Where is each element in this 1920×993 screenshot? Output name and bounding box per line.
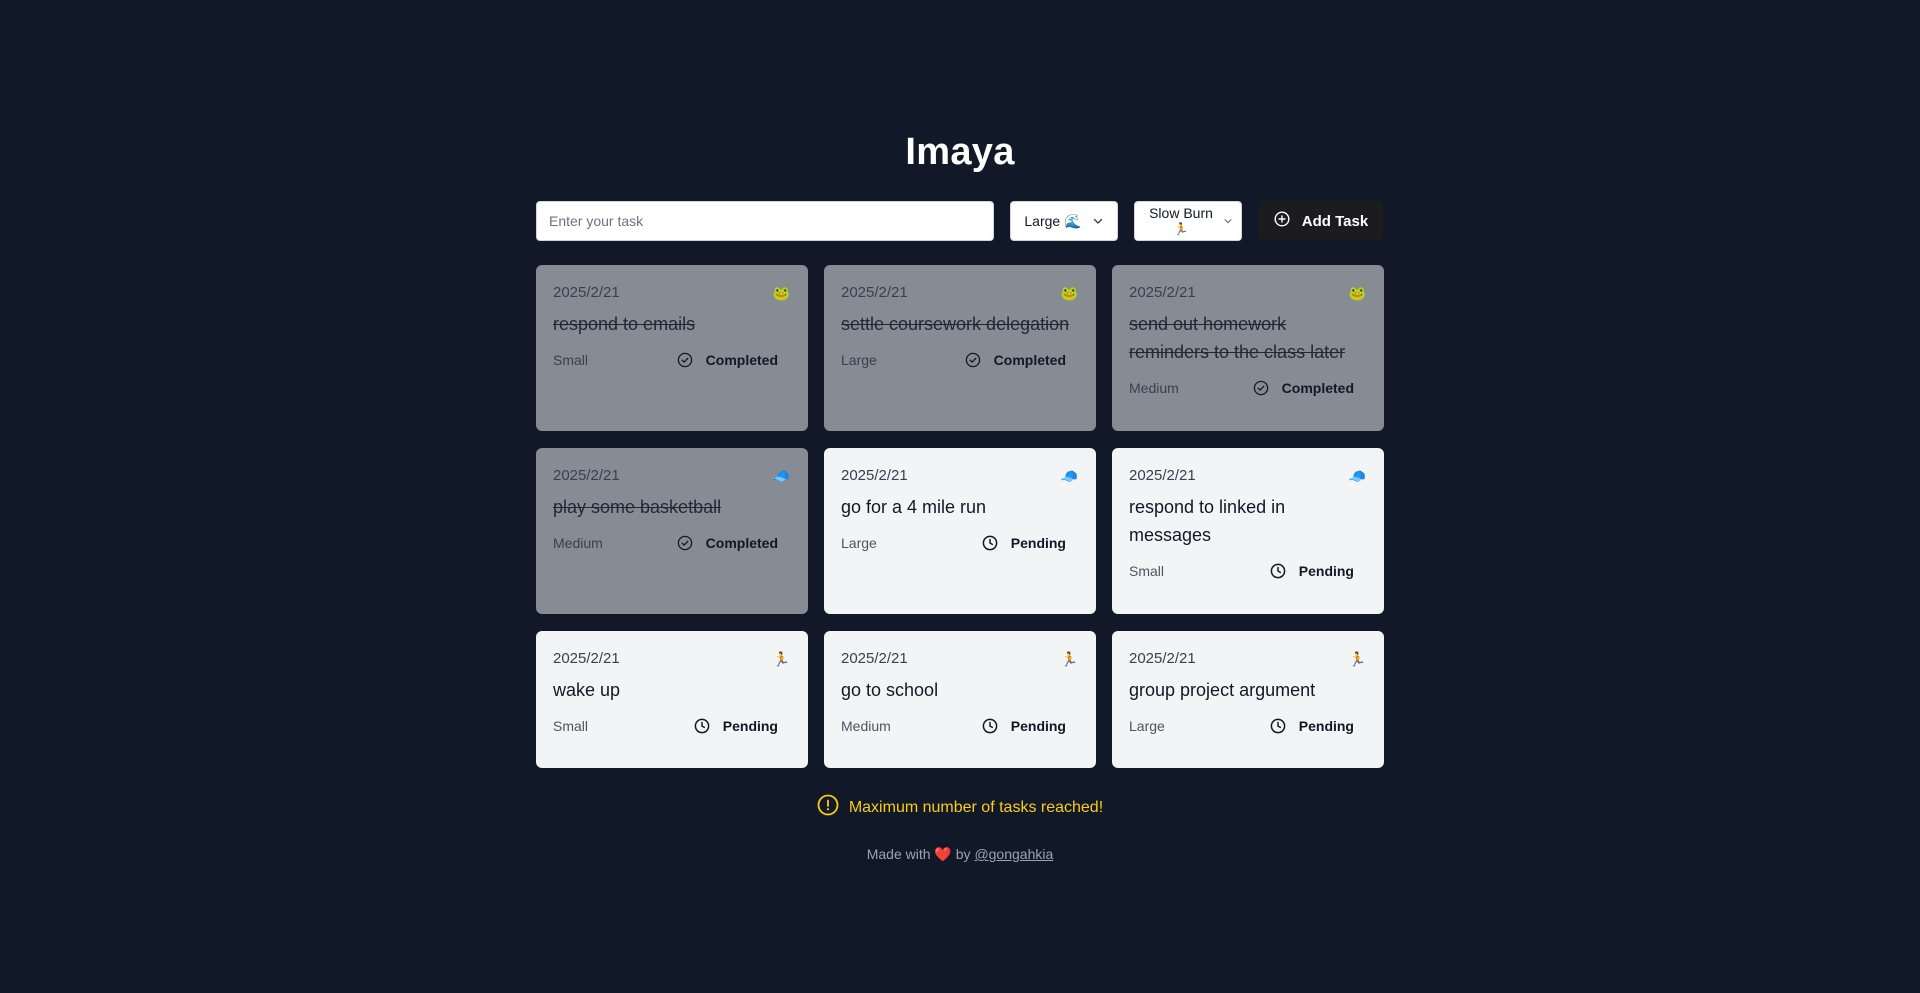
task-status-label: Completed (1281, 380, 1354, 396)
task-status[interactable]: Pending (982, 718, 1066, 734)
task-status-label: Pending (722, 718, 778, 734)
task-title: go for a 4 mile run (841, 497, 987, 517)
task-title: respond to emails (553, 314, 696, 334)
heart-icon: ❤️ (934, 846, 952, 862)
task-status-label: Completed (705, 535, 778, 551)
frog-icon: 🐸 (1060, 285, 1078, 301)
cap-icon: 🧢 (1348, 468, 1366, 484)
task-status-label: Pending (1010, 535, 1066, 551)
author-link[interactable]: @gongahkia (974, 846, 1053, 862)
task-card[interactable]: 2025/2/21 🏃 go to school Medium Pending (824, 631, 1096, 768)
page-title: Imaya (905, 131, 1015, 173)
task-date: 2025/2/21 (841, 284, 908, 301)
task-title: go to school (841, 680, 939, 700)
runner-icon: 🏃 (1173, 222, 1189, 236)
task-card[interactable]: 2025/2/21 🐸 send out homework reminders … (1112, 265, 1384, 431)
task-card[interactable]: 2025/2/21 🧢 respond to linked in message… (1112, 448, 1384, 614)
plus-circle-icon (1274, 211, 1290, 231)
energy-select[interactable]: Slow Burn 🏃 (1134, 201, 1242, 241)
footer-by: by (955, 846, 971, 862)
task-status-label: Completed (705, 352, 778, 368)
task-size: Large (1129, 718, 1165, 734)
task-card[interactable]: 2025/2/21 🧢 go for a 4 mile run Large Pe… (824, 448, 1096, 614)
task-status[interactable]: Pending (982, 535, 1066, 551)
task-size: Small (553, 718, 589, 734)
runner-icon: 🏃 (1060, 651, 1078, 667)
task-form: Large 🌊 Slow Burn 🏃 Add Task (536, 201, 1384, 241)
task-date: 2025/2/21 (841, 650, 908, 667)
runner-icon: 🏃 (1348, 651, 1366, 667)
clock-icon (694, 718, 710, 734)
task-card[interactable]: 2025/2/21 🐸 settle coursework delegation… (824, 265, 1096, 431)
task-card[interactable]: 2025/2/21 🏃 group project argument Large… (1112, 631, 1384, 768)
clock-icon (982, 718, 998, 734)
task-title: play some basketball (553, 497, 722, 517)
warning-text: Maximum number of tasks reached! (848, 798, 1104, 816)
runner-icon: 🏃 (772, 651, 790, 667)
check-circle-icon (1253, 380, 1269, 396)
task-size: Medium (841, 718, 891, 734)
check-circle-icon (677, 352, 693, 368)
task-size: Small (553, 352, 589, 368)
task-date: 2025/2/21 (553, 284, 620, 301)
chevron-down-icon (1223, 216, 1233, 226)
task-date: 2025/2/21 (553, 650, 620, 667)
chevron-down-icon (1092, 215, 1104, 227)
alert-circle-icon (817, 794, 839, 821)
task-date: 2025/2/21 (1129, 284, 1196, 301)
task-card[interactable]: 2025/2/21 🧢 play some basketball Medium … (536, 448, 808, 614)
clock-icon (1270, 718, 1286, 734)
task-status-label: Pending (1298, 563, 1354, 579)
task-date: 2025/2/21 (553, 467, 620, 484)
task-title: group project argument (1129, 680, 1316, 700)
size-select[interactable]: Large 🌊 (1010, 201, 1118, 241)
task-title: respond to linked in messages (1129, 497, 1286, 545)
task-card[interactable]: 2025/2/21 🐸 respond to emails Small Comp… (536, 265, 808, 431)
task-status[interactable]: Pending (1270, 718, 1354, 734)
cap-icon: 🧢 (1060, 468, 1078, 484)
app-container: Imaya Large 🌊 Slow Burn 🏃 Add Task 2025/… (536, 0, 1384, 863)
task-date: 2025/2/21 (841, 467, 908, 484)
task-card[interactable]: 2025/2/21 🏃 wake up Small Pending (536, 631, 808, 768)
task-status[interactable]: Pending (1270, 563, 1354, 579)
task-status[interactable]: Pending (694, 718, 778, 734)
task-status[interactable]: Completed (1253, 380, 1354, 396)
task-size: Large (841, 535, 877, 551)
task-size: Small (1129, 563, 1165, 579)
task-status-label: Completed (993, 352, 1066, 368)
task-status-label: Pending (1298, 718, 1354, 734)
check-circle-icon (965, 352, 981, 368)
task-status[interactable]: Completed (677, 352, 778, 368)
check-circle-icon (677, 535, 693, 551)
footer: Made with ❤️ by @gongahkia (536, 846, 1384, 863)
cap-icon: 🧢 (772, 468, 790, 484)
task-status[interactable]: Completed (677, 535, 778, 551)
task-grid: 2025/2/21 🐸 respond to emails Small Comp… (536, 265, 1384, 768)
wave-icon: 🌊 (1064, 212, 1082, 229)
max-tasks-warning: Maximum number of tasks reached! (536, 794, 1384, 821)
clock-icon (1270, 563, 1286, 579)
energy-select-value: Slow Burn (1149, 205, 1213, 221)
task-date: 2025/2/21 (1129, 650, 1196, 667)
task-title: settle coursework delegation (841, 314, 1070, 334)
add-task-button[interactable]: Add Task (1259, 201, 1383, 241)
task-title: send out homework reminders to the class… (1129, 314, 1346, 362)
add-task-label: Add Task (1301, 212, 1369, 230)
frog-icon: 🐸 (1348, 285, 1366, 301)
task-size: Large (841, 352, 877, 368)
task-size: Medium (1129, 380, 1179, 396)
frog-icon: 🐸 (772, 285, 790, 301)
task-title: wake up (553, 680, 621, 700)
task-status-label: Pending (1010, 718, 1066, 734)
task-size: Medium (553, 535, 603, 551)
clock-icon (982, 535, 998, 551)
task-status[interactable]: Completed (965, 352, 1066, 368)
footer-prefix: Made with (866, 846, 931, 862)
size-select-value: Large (1024, 213, 1061, 229)
task-date: 2025/2/21 (1129, 467, 1196, 484)
task-input[interactable] (536, 201, 994, 241)
